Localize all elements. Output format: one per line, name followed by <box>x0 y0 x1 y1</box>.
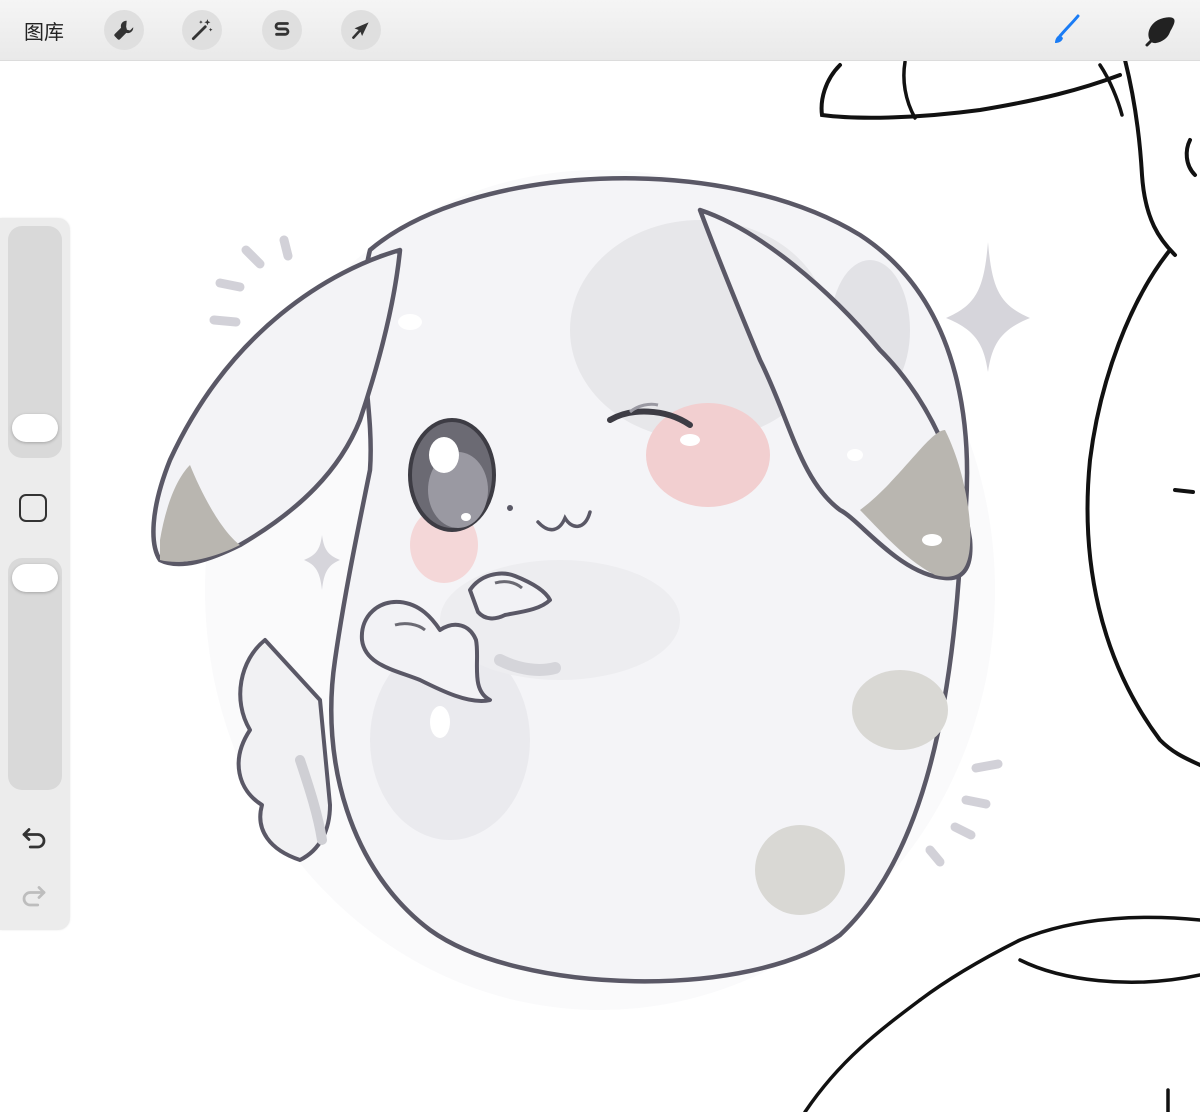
selection-button[interactable] <box>262 10 302 50</box>
drawing-canvas[interactable] <box>0 60 1200 1112</box>
magic-wand-icon <box>191 19 213 41</box>
smudge-icon <box>1145 17 1175 47</box>
undo-button[interactable] <box>17 820 51 854</box>
opacity-knob[interactable] <box>12 564 58 592</box>
selection-s-icon <box>274 22 290 36</box>
transform-button[interactable] <box>341 10 381 50</box>
brush-tool-button[interactable] <box>1046 10 1086 50</box>
gallery-button[interactable]: 图库 <box>24 16 64 45</box>
undo-icon <box>22 828 46 849</box>
top-toolbar: 图库 <box>0 0 1200 61</box>
smudge-tool-button[interactable] <box>1140 10 1180 50</box>
brush-icon <box>1055 14 1080 43</box>
arrow-cursor-icon <box>352 22 369 39</box>
left-sidebar <box>0 218 70 930</box>
adjustments-button[interactable] <box>182 10 222 50</box>
brush-size-knob[interactable] <box>12 414 58 442</box>
bunny-artwork <box>151 60 1200 1112</box>
brush-size-slider[interactable] <box>8 226 62 458</box>
procreate-app: 图库 <box>0 0 1200 1112</box>
modify-button[interactable] <box>19 494 47 522</box>
redo-button[interactable] <box>17 878 51 912</box>
wrench-icon <box>114 20 134 40</box>
opacity-slider[interactable] <box>8 558 62 790</box>
redo-icon <box>22 886 46 907</box>
actions-button[interactable] <box>104 10 144 50</box>
